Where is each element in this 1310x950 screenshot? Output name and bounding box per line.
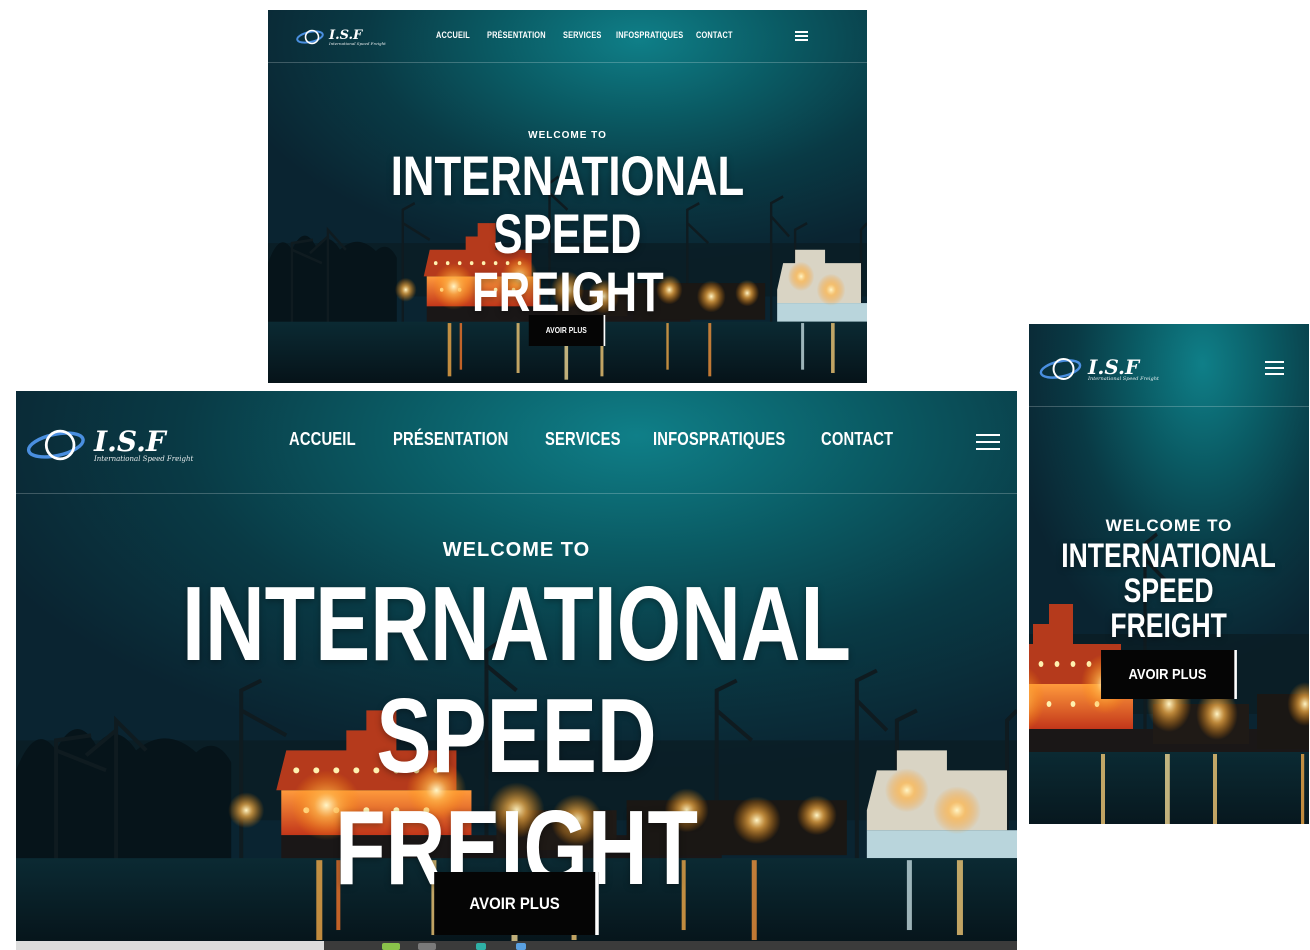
logo-text: I.S.F bbox=[94, 424, 166, 458]
hero-title-line1: INTERNATIONAL bbox=[1061, 537, 1277, 575]
navbar: I.S.F International Speed Freight ACCUEI… bbox=[268, 10, 867, 63]
nav-item-presentation[interactable]: PRÉSENTATION bbox=[487, 30, 546, 40]
hero-title-line2: SPEED bbox=[1124, 572, 1214, 610]
logo-subtitle: International Speed Freight bbox=[1088, 375, 1159, 382]
navbar: I.S.F International Speed Freight ACCUEI… bbox=[16, 391, 1017, 494]
avoir-plus-button[interactable]: AVOIR PLUS bbox=[434, 872, 599, 935]
desktop-screenshot: I.S.F International Speed Freight ACCUEI… bbox=[16, 391, 1017, 950]
mobile-screenshot: I.S.F International Speed Freight WELCOM… bbox=[1029, 324, 1309, 824]
welcome-text: WELCOME TO bbox=[442, 539, 591, 561]
logo-subtitle: International Speed Freight bbox=[94, 454, 194, 463]
hero-title-line2: FREIGHT bbox=[471, 260, 664, 323]
os-taskbar bbox=[16, 941, 1017, 950]
hero: WELCOME TO INTERNATIONAL SPEED FREIGHT A… bbox=[1029, 516, 1309, 699]
taskbar-app-icon[interactable] bbox=[418, 943, 436, 950]
orbit-swoosh-icon bbox=[26, 429, 85, 461]
hero-title-line1: INTERNATIONAL SPEED bbox=[390, 144, 745, 265]
nav-item-infospratiques[interactable]: INFOSPRATIQUES bbox=[653, 429, 785, 450]
avoir-plus-button[interactable]: AVOIR PLUS bbox=[529, 315, 606, 346]
hero: WELCOME TO INTERNATIONAL SPEED FREIGHT A… bbox=[16, 539, 1017, 935]
taskbar-app-icon[interactable] bbox=[382, 943, 400, 950]
nav-item-accueil[interactable]: ACCUEIL bbox=[289, 429, 356, 450]
orbit-swoosh-icon bbox=[1039, 358, 1082, 380]
nav-item-presentation[interactable]: PRÉSENTATION bbox=[393, 429, 508, 450]
logo-subtitle: International Speed Freight bbox=[329, 40, 386, 46]
nav-item-contact[interactable]: CONTACT bbox=[821, 429, 893, 450]
welcome-text: WELCOME TO bbox=[1105, 516, 1233, 535]
nav-item-accueil[interactable]: ACCUEIL bbox=[436, 30, 470, 40]
hero: WELCOME TO INTERNATIONAL SPEED FREIGHT A… bbox=[268, 130, 867, 346]
nav-item-contact[interactable]: CONTACT bbox=[696, 30, 733, 40]
logo-text: I.S.F bbox=[1088, 354, 1140, 379]
navbar: I.S.F International Speed Freight bbox=[1029, 324, 1309, 407]
hero-title-line1: INTERNATIONAL SPEED bbox=[181, 565, 852, 795]
main-menu: ACCUEIL PRÉSENTATION SERVICES INFOSPRATI… bbox=[436, 30, 741, 40]
orbit-swoosh-icon bbox=[296, 29, 324, 45]
tablet-screenshot: I.S.F International Speed Freight ACCUEI… bbox=[268, 10, 867, 383]
hamburger-menu-icon[interactable] bbox=[976, 434, 1000, 450]
taskbar-app-icon[interactable] bbox=[476, 943, 486, 950]
welcome-text: WELCOME TO bbox=[528, 130, 607, 141]
main-menu: ACCUEIL PRÉSENTATION SERVICES INFOSPRATI… bbox=[289, 429, 909, 450]
taskbar-app-icon[interactable] bbox=[516, 943, 526, 950]
hero-title-line3: FREIGHT bbox=[1110, 607, 1228, 645]
hamburger-menu-icon[interactable] bbox=[795, 31, 808, 41]
nav-item-infospratiques[interactable]: INFOSPRATIQUES bbox=[616, 30, 683, 40]
logo[interactable]: I.S.F International Speed Freight bbox=[296, 28, 386, 46]
avoir-plus-button[interactable]: AVOIR PLUS bbox=[1101, 650, 1237, 699]
nav-item-services[interactable]: SERVICES bbox=[563, 30, 602, 40]
logo-text: I.S.F bbox=[329, 27, 363, 43]
logo[interactable]: I.S.F International Speed Freight bbox=[26, 425, 193, 465]
hamburger-menu-icon[interactable] bbox=[1265, 361, 1284, 375]
logo[interactable]: I.S.F International Speed Freight bbox=[1039, 354, 1159, 384]
nav-item-services[interactable]: SERVICES bbox=[545, 429, 621, 450]
